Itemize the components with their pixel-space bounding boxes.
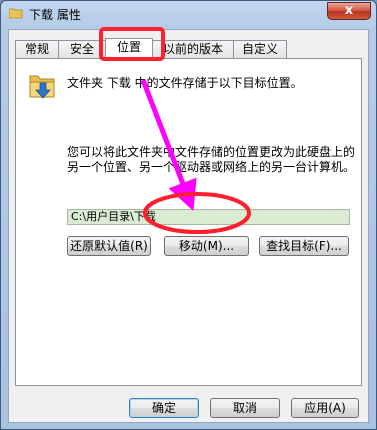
title-bar[interactable]: 下载 属性 x (1, 1, 376, 29)
ok-button[interactable]: 确定 (129, 398, 199, 418)
restore-default-button[interactable]: 还原默认值(R) (67, 236, 151, 256)
folder-download-icon (29, 75, 55, 99)
apply-button[interactable]: 应用(A) (291, 398, 359, 418)
location-info-text: 文件夹 下载 中的文件存储于以下目标位置。 (67, 76, 303, 90)
move-button[interactable]: 移动(M)... (164, 236, 249, 256)
cancel-button[interactable]: 取消 (210, 398, 280, 418)
location-tab-panel: 文件夹 下载 中的文件存储于以下目标位置。 您可以将此文件夹中文件存储的位置更改… (15, 58, 362, 386)
location-help-text: 您可以将此文件夹中文件存储的位置更改为此硬盘上的另一个位置、另一个驱动器或网络上… (67, 145, 356, 174)
close-icon: x (344, 3, 354, 18)
find-target-button[interactable]: 查找目标(F)... (259, 236, 349, 256)
tab-previous-versions[interactable]: 以前的版本 (152, 40, 234, 58)
window-title: 下载 属性 (29, 8, 81, 22)
dialog-client-area: 常规 安全 位置 以前的版本 自定义 文件夹 下载 中的文件存储于以下目标位置。… (8, 29, 369, 423)
tab-security[interactable]: 安全 (58, 40, 106, 58)
tab-customize[interactable]: 自定义 (233, 40, 287, 58)
close-button[interactable]: x (327, 2, 371, 20)
tab-location[interactable]: 位置 (105, 38, 153, 60)
folder-icon (9, 8, 23, 19)
tab-general[interactable]: 常规 (15, 40, 59, 58)
properties-window: 下载 属性 x 常规 安全 位置 以前的版本 自定义 文件夹 下载 中的文件存储… (0, 0, 377, 430)
path-field[interactable]: C:\用户目录\下载 (67, 209, 350, 225)
